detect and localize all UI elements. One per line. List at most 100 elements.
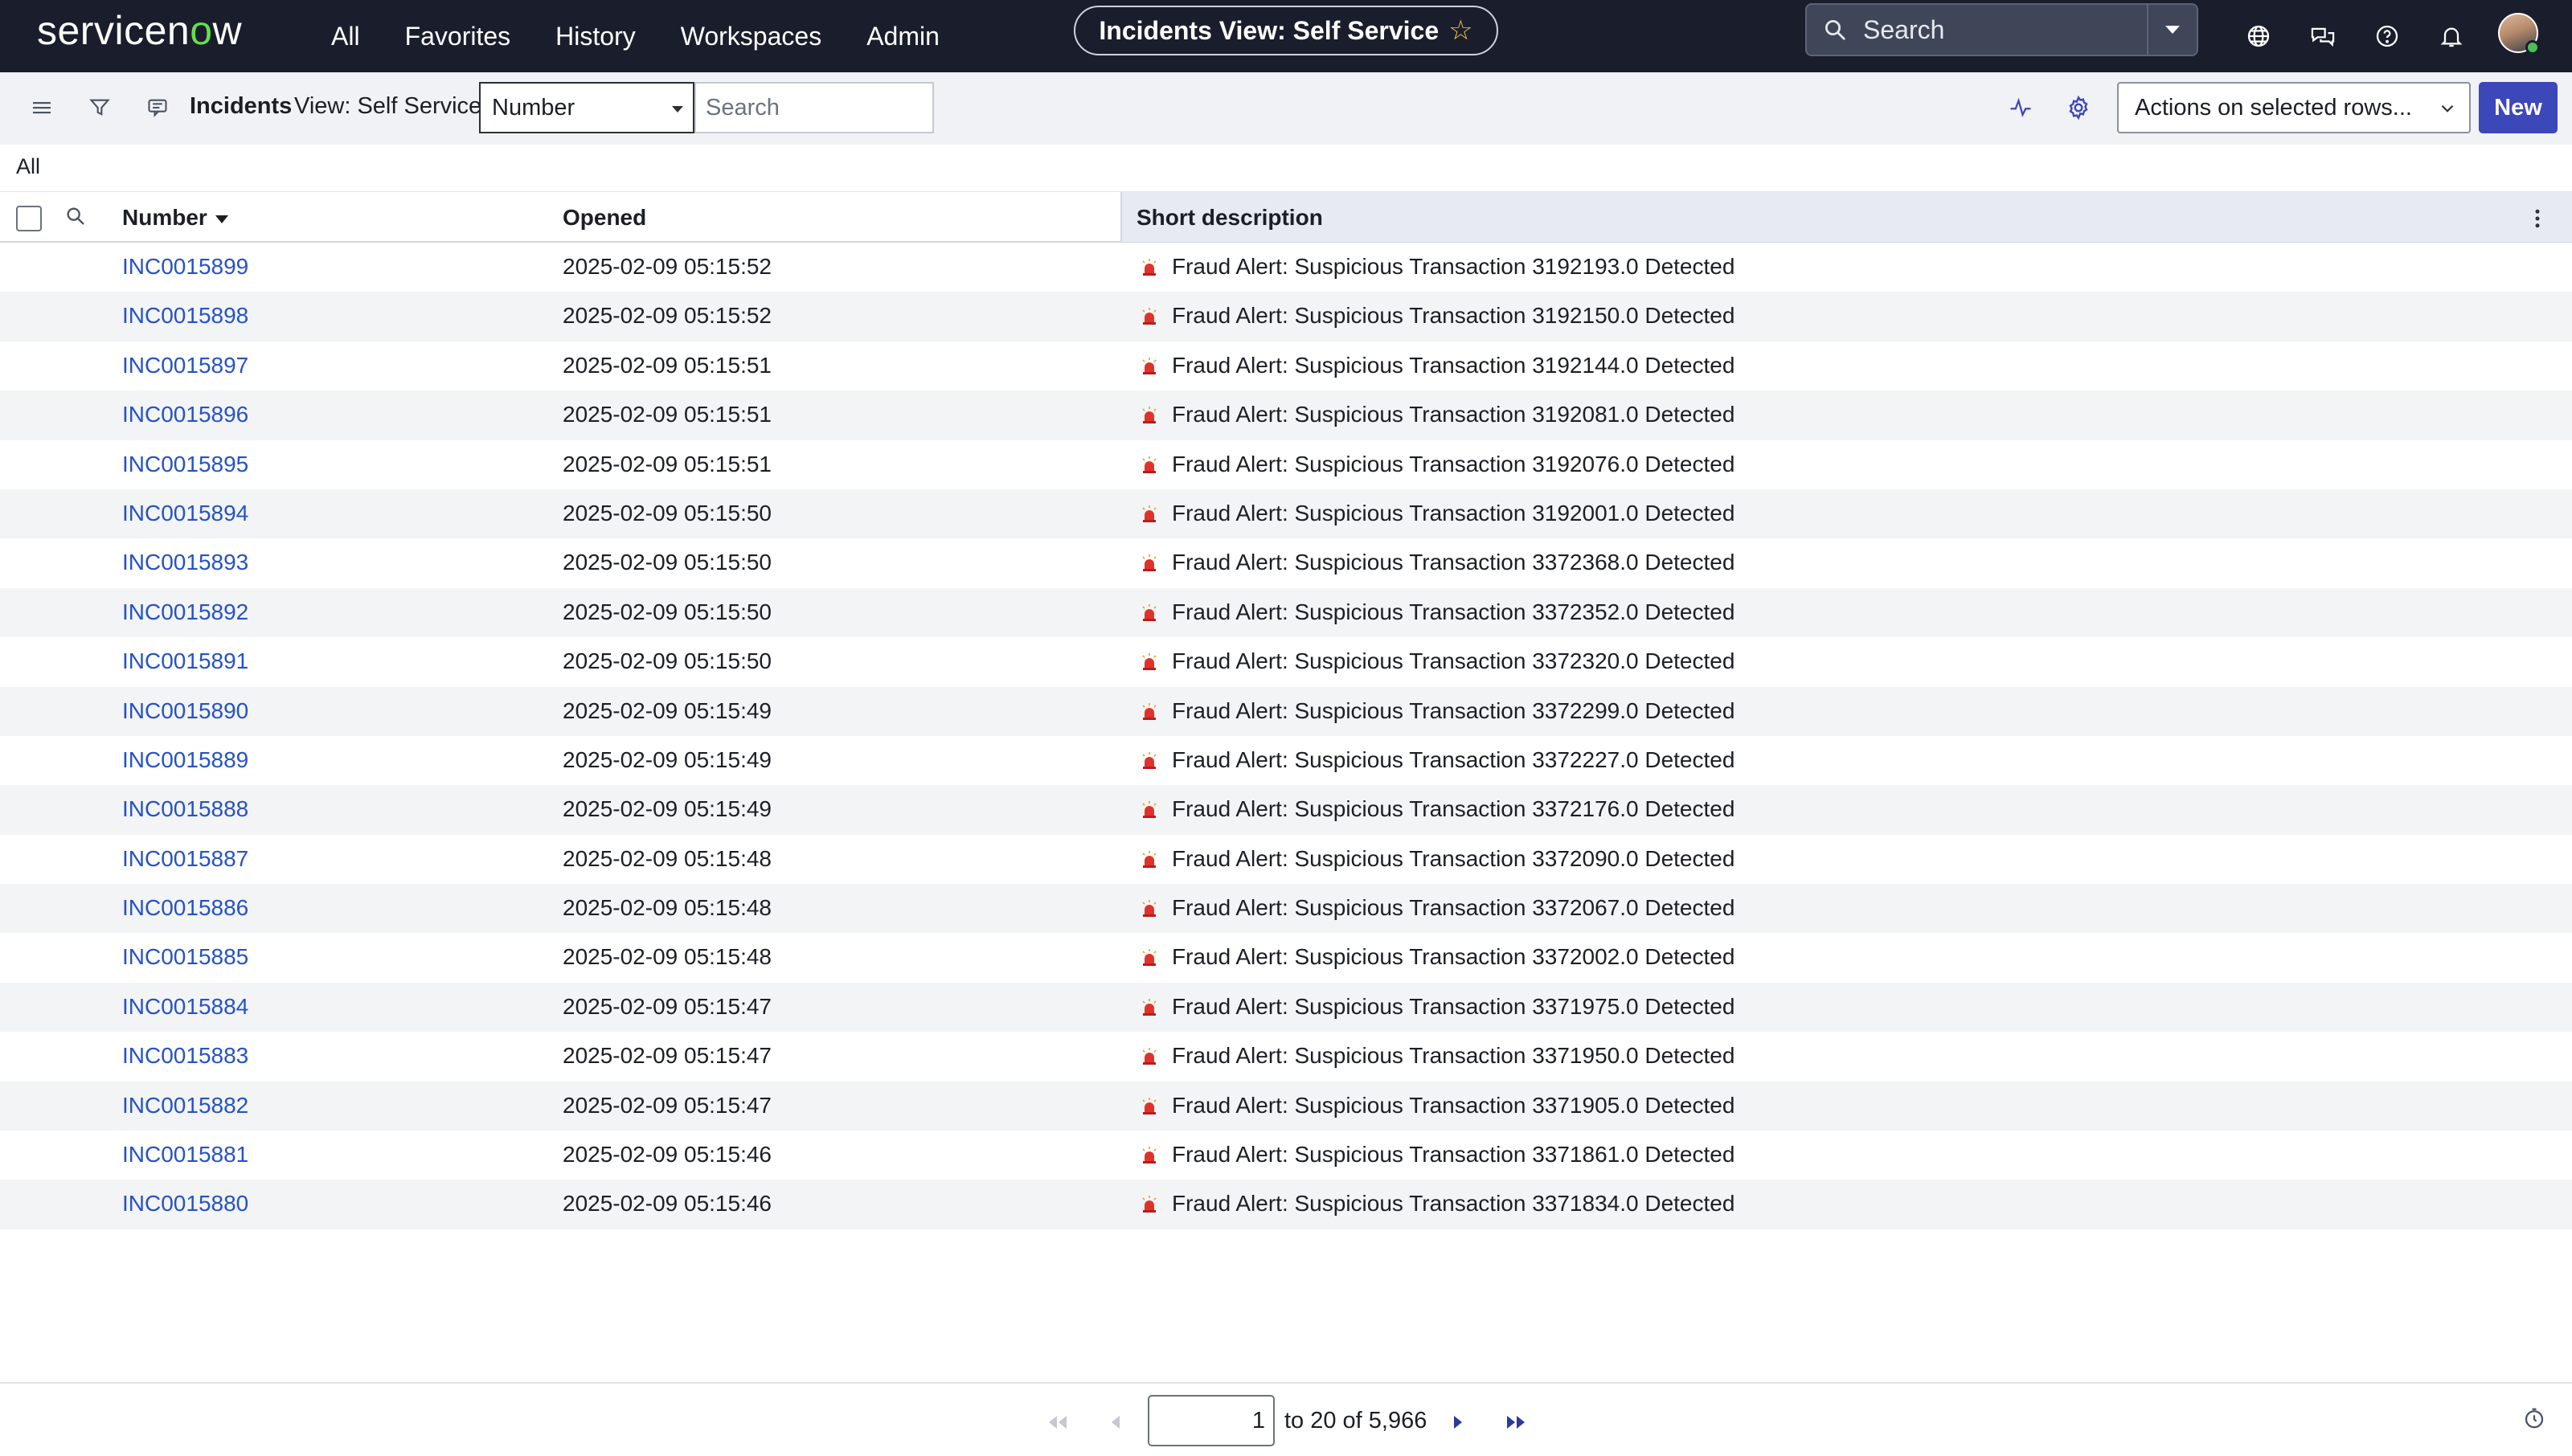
siren-alert-icon (1141, 554, 1157, 576)
incident-number-link[interactable]: INC0015887 (122, 846, 248, 872)
notifications-bell-icon[interactable] (2419, 23, 2484, 49)
table-row[interactable]: INC0015885 2025-02-09 05:15:48 Fraud Alert… (0, 933, 2572, 982)
menu-all[interactable]: All (331, 22, 360, 51)
incident-number-link[interactable]: INC0015884 (122, 994, 248, 1020)
table-row[interactable]: INC0015887 2025-02-09 05:15:48 Fraud Alert… (0, 835, 2572, 884)
list-context-menu-icon[interactable] (141, 92, 174, 124)
menu-history[interactable]: History (555, 22, 636, 51)
filter-icon[interactable] (84, 92, 116, 124)
short-description-cell: Fraud Alert: Suspicious Transaction 3192… (1172, 303, 1735, 329)
opened-cell: 2025-02-09 05:15:49 (563, 796, 772, 822)
column-header-number[interactable]: Number (122, 205, 228, 231)
incident-number-link[interactable]: INC0015882 (122, 1093, 248, 1119)
incident-number-link[interactable]: INC0015898 (122, 303, 248, 329)
sparkle-icon[interactable] (2005, 92, 2037, 124)
table-row[interactable]: INC0015891 2025-02-09 05:15:50 Fraud Alert… (0, 637, 2572, 686)
actions-select[interactable]: Actions on selected rows... (2117, 82, 2471, 133)
short-description-cell: Fraud Alert: Suspicious Transaction 3371… (1172, 993, 1735, 1019)
table-row[interactable]: INC0015890 2025-02-09 05:15:49 Fraud Alert… (0, 686, 2572, 736)
hamburger-menu-icon[interactable] (26, 92, 58, 124)
context-pill[interactable]: Incidents View: Self Service ☆ (1074, 6, 1498, 55)
page-number-input[interactable]: 1 (1148, 1395, 1275, 1446)
table-row[interactable]: INC0015884 2025-02-09 05:15:47 Fraud Alert… (0, 982, 2572, 1033)
column-search-icon[interactable] (64, 205, 87, 231)
incident-number-link[interactable]: INC0015881 (122, 1142, 248, 1168)
incident-number-link[interactable]: INC0015891 (122, 648, 248, 674)
table-row[interactable]: INC0015896 2025-02-09 05:15:51 Fraud Alert… (0, 391, 2572, 440)
incident-number-link[interactable]: INC0015899 (122, 254, 248, 280)
top-navigation: servicenow All Favorites History Workspa… (0, 0, 2572, 72)
table-row[interactable]: INC0015897 2025-02-09 05:15:51 Fraud Alert… (0, 342, 2572, 391)
incident-number-link[interactable]: INC0015883 (122, 1043, 248, 1069)
help-icon[interactable] (2355, 23, 2419, 49)
new-button[interactable]: New (2479, 82, 2558, 133)
column-header-number-label: Number (122, 205, 207, 230)
incident-number-link[interactable]: INC0015886 (122, 895, 248, 921)
table-row[interactable]: INC0015889 2025-02-09 05:15:49 Fraud Alert… (0, 736, 2572, 785)
siren-alert-icon (1141, 850, 1157, 873)
incident-number-link[interactable]: INC0015895 (122, 452, 248, 477)
list-toolbar: Incidents View: Self Service Number Sear… (0, 72, 2572, 145)
incident-number-link[interactable]: INC0015892 (122, 599, 248, 625)
global-search[interactable]: Search (1805, 3, 2198, 56)
global-search-input[interactable]: Search (1863, 15, 2147, 45)
table-body: INC0015899 2025-02-09 05:15:52 Fraud Alert… (0, 243, 2572, 1229)
incident-number-link[interactable]: INC0015890 (122, 698, 248, 724)
table-row[interactable]: INC0015899 2025-02-09 05:15:52 Fraud Alert… (0, 243, 2572, 292)
settings-gear-icon[interactable] (2062, 92, 2095, 124)
short-description-cell: Fraud Alert: Suspicious Transaction 3372… (1172, 648, 1735, 674)
table-row[interactable]: INC0015892 2025-02-09 05:15:50 Fraud Alert… (0, 587, 2572, 638)
short-description-cell: Fraud Alert: Suspicious Transaction 3192… (1172, 352, 1735, 378)
pagination-range: to 20 of 5,966 (1284, 1408, 1427, 1434)
table-row[interactable]: INC0015882 2025-02-09 05:15:47 Fraud Alert… (0, 1081, 2572, 1131)
previous-page-icon[interactable] (1100, 1406, 1132, 1438)
user-avatar[interactable] (2498, 13, 2540, 55)
table-row[interactable]: INC0015880 2025-02-09 05:15:46 Fraud Alert… (0, 1180, 2572, 1229)
incident-number-link[interactable]: INC0015889 (122, 747, 248, 773)
table-row[interactable]: INC0015893 2025-02-09 05:15:50 Fraud Alert… (0, 538, 2572, 587)
siren-alert-icon (1141, 653, 1157, 675)
search-field-select[interactable]: Number (479, 82, 694, 133)
table-row[interactable]: INC0015883 2025-02-09 05:15:47 Fraud Alert… (0, 1032, 2572, 1081)
last-page-icon[interactable] (1500, 1406, 1532, 1438)
incident-number-link[interactable]: INC0015888 (122, 796, 248, 822)
first-page-icon[interactable] (1042, 1406, 1074, 1438)
table-row[interactable]: INC0015881 2025-02-09 05:15:46 Fraud Alert… (0, 1131, 2572, 1180)
column-header-short-description[interactable]: Short description (1137, 205, 1323, 231)
favorite-star-icon[interactable]: ☆ (1448, 14, 1472, 47)
column-header-opened[interactable]: Opened (563, 205, 646, 231)
incident-number-link[interactable]: INC0015880 (122, 1191, 248, 1217)
next-page-icon[interactable] (1442, 1406, 1474, 1438)
incident-number-link[interactable]: INC0015897 (122, 353, 248, 378)
short-description-cell: Fraud Alert: Suspicious Transaction 3371… (1172, 1043, 1735, 1069)
short-description-cell: Fraud Alert: Suspicious Transaction 3372… (1172, 944, 1735, 970)
incident-number-link[interactable]: INC0015894 (122, 501, 248, 526)
menu-favorites[interactable]: Favorites (405, 22, 511, 51)
chat-icon[interactable] (2291, 23, 2355, 49)
select-all-checkbox[interactable] (16, 206, 42, 231)
list-view-label[interactable]: View: Self Service (294, 93, 481, 120)
incident-number-link[interactable]: INC0015896 (122, 402, 248, 427)
incident-number-link[interactable]: INC0015885 (122, 944, 248, 970)
incident-number-link[interactable]: INC0015893 (122, 550, 248, 575)
table-row[interactable]: INC0015886 2025-02-09 05:15:48 Fraud Alert… (0, 884, 2572, 934)
table-row[interactable]: INC0015888 2025-02-09 05:15:49 Fraud Alert… (0, 785, 2572, 835)
table-row[interactable]: INC0015895 2025-02-09 05:15:51 Fraud Alert… (0, 440, 2572, 489)
globe-icon[interactable] (2226, 23, 2291, 49)
siren-alert-icon (1141, 801, 1157, 823)
siren-alert-icon (1141, 702, 1157, 725)
column-options-icon[interactable] (2533, 207, 2541, 235)
opened-cell: 2025-02-09 05:15:50 (563, 599, 772, 624)
menu-admin[interactable]: Admin (866, 22, 940, 51)
breadcrumb[interactable]: All (16, 154, 40, 179)
short-description-cell: Fraud Alert: Suspicious Transaction 3372… (1172, 746, 1735, 772)
table-row[interactable]: INC0015894 2025-02-09 05:15:50 Fraud Alert… (0, 489, 2572, 539)
short-description-cell: Fraud Alert: Suspicious Transaction 3192… (1172, 254, 1735, 279)
menu-workspaces[interactable]: Workspaces (681, 22, 821, 51)
list-title[interactable]: Incidents (190, 93, 292, 120)
search-scope-dropdown[interactable] (2147, 5, 2197, 55)
list-search-input[interactable]: Search (694, 82, 934, 133)
table-row[interactable]: INC0015898 2025-02-09 05:15:52 Fraud Alert… (0, 292, 2572, 342)
response-time-clock-icon[interactable] (2522, 1406, 2546, 1434)
servicenow-logo[interactable]: servicenow (37, 6, 242, 55)
